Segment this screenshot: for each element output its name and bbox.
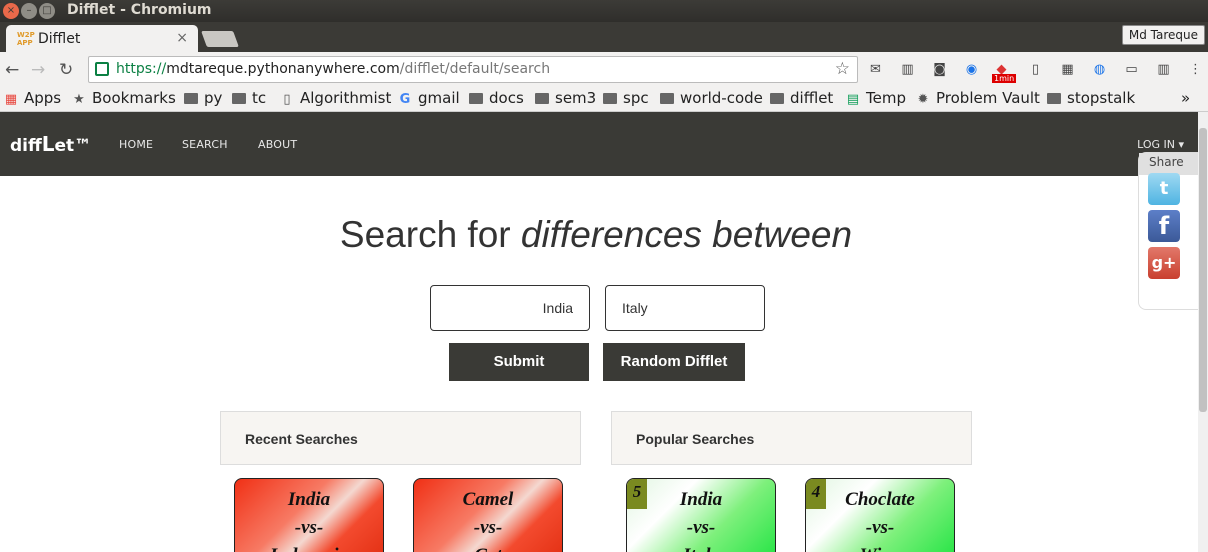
globe-extension-icon[interactable]: ◍ — [1091, 61, 1108, 78]
submit-button[interactable]: Submit — [449, 343, 589, 381]
folder-icon — [770, 93, 784, 104]
scrollbar-thumb[interactable] — [1199, 128, 1207, 412]
bookmark-algorithmist[interactable]: ▯ Algorithmist — [280, 89, 391, 107]
nav-home[interactable]: HOME — [119, 138, 153, 151]
bookmark-py[interactable]: py — [184, 89, 222, 107]
bar-chart-extension-icon[interactable]: ▥ — [899, 61, 916, 78]
new-tab-button[interactable] — [201, 31, 239, 47]
window-maximize-button[interactable]: □ — [39, 3, 55, 19]
popular-searches-title: Popular Searches — [636, 431, 755, 447]
page-headline: Search for differences between — [339, 214, 853, 255]
facebook-icon[interactable]: f — [1148, 210, 1180, 242]
bookmark-tc[interactable]: tc — [232, 89, 266, 107]
tab-difflet[interactable]: W2P APP Difflet × — [6, 25, 198, 52]
columns-extension-icon[interactable]: ▥ — [1155, 61, 1172, 78]
bookmark-spc[interactable]: spc — [603, 89, 649, 107]
bookmark-gmail[interactable]: Ggmail — [398, 89, 460, 107]
bookmark-docs[interactable]: docs — [469, 89, 524, 107]
folder-icon — [535, 93, 549, 104]
recent-search-card[interactable]: Camel -vs- Cat — [413, 478, 563, 552]
google-plus-icon[interactable]: g+ — [1148, 247, 1180, 279]
nav-search[interactable]: SEARCH — [182, 138, 228, 151]
bookmark-bookmarks[interactable]: ★ Bookmarks — [72, 89, 176, 107]
folder-icon — [232, 93, 246, 104]
folder-icon — [184, 93, 198, 104]
address-bar[interactable]: https://mdtareque.pythonanywhere.com/dif… — [88, 56, 858, 83]
nav-about[interactable]: ABOUT — [258, 138, 297, 151]
window-title: Difflet - Chromium — [67, 2, 212, 18]
folder-icon — [603, 93, 617, 104]
bookmark-stopstalk[interactable]: stopstalk — [1047, 89, 1135, 107]
popular-search-card[interactable]: 5 India -vs- Italy — [626, 478, 776, 552]
share-label: Share — [1139, 153, 1201, 175]
bookmark-world-code[interactable]: world-code — [660, 89, 763, 107]
page-extension-icon[interactable]: ▯ — [1027, 61, 1044, 78]
folder-icon — [660, 93, 674, 104]
back-arrow-icon[interactable]: ← — [5, 60, 19, 80]
bookmarks-overflow-button[interactable]: » — [1181, 89, 1190, 107]
grid-extension-icon[interactable]: ▦ — [1059, 61, 1076, 78]
tab-strip: W2P APP Difflet × Md Tareque — [0, 22, 1208, 52]
profile-button[interactable]: Md Tareque — [1121, 25, 1205, 45]
random-difflet-button[interactable]: Random Difflet — [603, 343, 745, 381]
window-close-button[interactable]: × — [3, 3, 19, 19]
tab-close-icon[interactable]: × — [176, 30, 188, 46]
window-minimize-button[interactable]: – — [21, 3, 37, 19]
tab-title: Difflet — [38, 31, 81, 47]
forward-arrow-icon[interactable]: → — [31, 60, 45, 80]
twitter-icon[interactable]: t — [1148, 173, 1180, 205]
reload-icon[interactable]: ↻ — [59, 60, 73, 80]
second-term-input[interactable] — [605, 285, 765, 331]
popular-search-card[interactable]: 4 Choclate -vs- Wine — [805, 478, 955, 552]
timer-extension-badge: 1min — [992, 74, 1017, 83]
page-icon: ▯ — [283, 92, 291, 107]
bookmark-star-icon[interactable]: ☆ — [835, 59, 850, 79]
apps-grid-icon: ▦ — [4, 92, 18, 107]
site-brand-logo[interactable]: diffLet™ — [10, 132, 91, 156]
url-text: https://mdtareque.pythonanywhere.com/dif… — [116, 61, 551, 77]
bookmark-apps[interactable]: ▦ Apps — [4, 89, 61, 107]
lock-icon — [95, 62, 109, 76]
recent-searches-panel: Recent Searches — [220, 411, 581, 465]
pin-extension-icon[interactable]: ◙ — [931, 61, 948, 78]
bookmarks-bar: ▦ Apps ★ Bookmarks py tc ▯ Algorithmist Ggm… — [0, 88, 1208, 112]
recent-searches-title: Recent Searches — [245, 431, 358, 447]
eye-extension-icon[interactable]: ◉ — [963, 61, 980, 78]
google-icon: G — [399, 92, 411, 107]
share-widget: Share t f g+ — [1138, 152, 1201, 310]
star-icon: ★ — [73, 92, 85, 107]
search-count-badge: 5 — [627, 479, 647, 509]
folder-icon — [469, 93, 483, 104]
popular-searches-panel: Popular Searches — [611, 411, 972, 465]
dash-extension-icon[interactable]: ▭ — [1123, 61, 1140, 78]
folder-icon — [1047, 93, 1061, 104]
browser-toolbar: ← → ↻ https://mdtareque.pythonanywhere.c… — [0, 52, 1208, 88]
menu-dots-icon[interactable]: ⋮ — [1187, 61, 1204, 78]
sheet-icon: ▤ — [846, 92, 860, 107]
login-dropdown[interactable]: LOG IN ▾ — [1137, 138, 1184, 151]
search-count-badge: 4 — [806, 479, 826, 509]
bookmark-difflet[interactable]: difflet — [770, 89, 833, 107]
window-title-bar: × – □ Difflet - Chromium — [0, 0, 1208, 22]
first-term-input[interactable] — [430, 285, 590, 331]
envelope-extension-icon[interactable]: ✉ — [867, 61, 884, 78]
recent-search-card[interactable]: India -vs- Indonesia — [234, 478, 384, 552]
page-scrollbar[interactable] — [1198, 112, 1208, 552]
gear-icon: ✹ — [917, 92, 929, 107]
bookmark-sem3[interactable]: sem3 — [535, 89, 596, 107]
site-navbar: diffLet™ HOME SEARCH ABOUT LOG IN ▾ — [0, 112, 1208, 176]
bookmark-problem-vault[interactable]: ✹ Problem Vault — [916, 89, 1040, 107]
difflet-favicon-icon: W2P APP — [17, 31, 35, 47]
bookmark-temp[interactable]: ▤ Temp — [846, 89, 906, 107]
